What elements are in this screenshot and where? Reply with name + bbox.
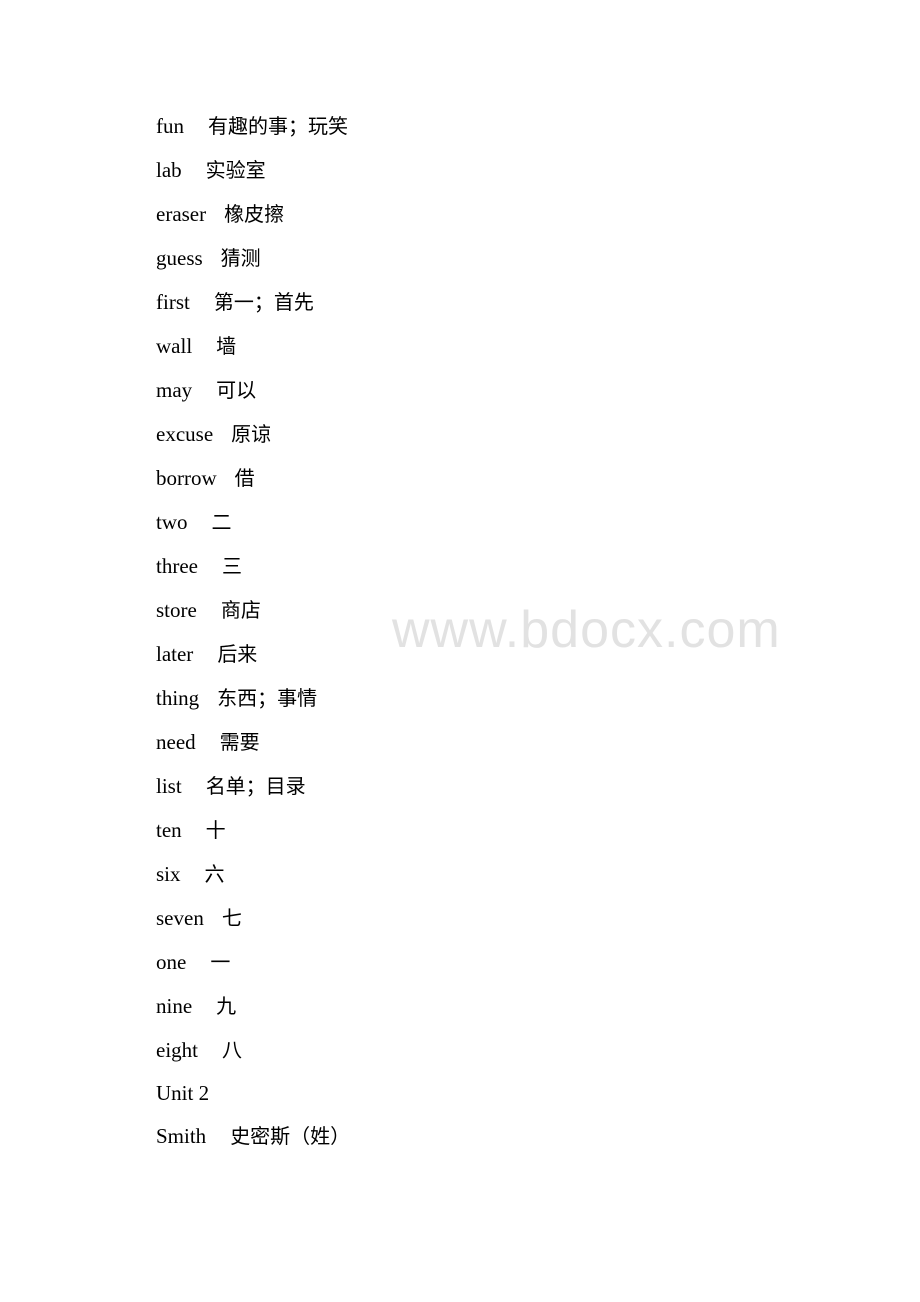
- vocab-entry: excuse 原谅: [156, 412, 350, 456]
- chinese-meaning: 商店: [220, 598, 261, 622]
- chinese-meaning: 需要: [219, 730, 260, 754]
- english-word: eraser: [156, 202, 207, 226]
- english-word: two: [156, 510, 188, 534]
- chinese-meaning: 名单；目录: [205, 774, 306, 798]
- vocab-entry: nine 九: [156, 984, 350, 1028]
- vocab-entry: need 需要: [156, 720, 350, 764]
- english-word: may: [156, 378, 193, 402]
- english-word: later: [156, 642, 194, 666]
- chinese-meaning: 三: [221, 554, 242, 578]
- watermark: www.bdocx.com: [392, 601, 781, 659]
- vocab-entry: two 二: [156, 500, 350, 544]
- vocab-entry: wall 墙: [156, 324, 350, 368]
- vocab-entry: guess 猜测: [156, 236, 350, 280]
- chinese-meaning: 猜测: [220, 246, 261, 270]
- chinese-meaning: 后来: [217, 642, 258, 666]
- vocab-entry: eight 八: [156, 1028, 350, 1072]
- vocab-entry: six 六: [156, 852, 350, 896]
- chinese-meaning: 九: [216, 994, 237, 1018]
- english-word: seven: [156, 906, 204, 930]
- vocab-entry: fun 有趣的事；玩笑: [156, 104, 350, 148]
- english-word: lab: [156, 158, 182, 182]
- vocab-entry: Smith 史密斯（姓）: [156, 1114, 350, 1158]
- vocab-entry: three 三: [156, 544, 350, 588]
- english-word: three: [156, 554, 198, 578]
- chinese-meaning: 橡皮擦: [224, 202, 285, 226]
- english-word: fun: [156, 114, 184, 138]
- english-word: wall: [156, 334, 193, 358]
- english-word: first: [156, 290, 190, 314]
- chinese-meaning: 七: [221, 906, 242, 930]
- english-word: six: [156, 862, 181, 886]
- unit-heading: Unit 2: [156, 1081, 210, 1105]
- english-word: eight: [156, 1038, 198, 1062]
- english-word: need: [156, 730, 196, 754]
- english-word: nine: [156, 994, 193, 1018]
- document-page: fun 有趣的事；玩笑 lab 实验室 eraser 橡皮擦 guess 猜测 first 第一；…: [0, 0, 920, 1302]
- english-word: excuse: [156, 422, 214, 446]
- vocab-entry: seven 七: [156, 896, 350, 940]
- vocab-entry: borrow 借: [156, 456, 350, 500]
- vocab-entry: list 名单；目录: [156, 764, 350, 808]
- english-word: guess: [156, 246, 203, 270]
- vocab-entry: first 第一；首先: [156, 280, 350, 324]
- english-word: thing: [156, 686, 200, 710]
- vocabulary-list: fun 有趣的事；玩笑 lab 实验室 eraser 橡皮擦 guess 猜测 first 第一；…: [156, 104, 350, 1158]
- chinese-meaning: 实验室: [205, 158, 266, 182]
- chinese-meaning: 一: [210, 950, 231, 974]
- chinese-meaning: 第一；首先: [213, 290, 314, 314]
- chinese-meaning: 史密斯（姓）: [230, 1124, 351, 1148]
- english-word: one: [156, 950, 187, 974]
- chinese-meaning: 十: [205, 818, 226, 842]
- chinese-meaning: 二: [211, 510, 232, 534]
- english-word: borrow: [156, 466, 217, 490]
- chinese-meaning: 八: [222, 1038, 242, 1062]
- vocab-entry: may 可以: [156, 368, 350, 412]
- vocab-entry: eraser 橡皮擦: [156, 192, 350, 236]
- chinese-meaning: 借: [234, 466, 255, 490]
- vocab-entry: store 商店: [156, 588, 350, 632]
- english-word: ten: [156, 818, 182, 842]
- chinese-meaning: 六: [204, 862, 225, 886]
- chinese-meaning: 东西；事情: [217, 686, 318, 710]
- vocab-entry: ten 十: [156, 808, 350, 852]
- english-word: Smith: [156, 1124, 207, 1148]
- vocab-entry: later 后来: [156, 632, 350, 676]
- vocab-entry: lab 实验室: [156, 148, 350, 192]
- vocab-entry: thing 东西；事情: [156, 676, 350, 720]
- chinese-meaning: 有趣的事；玩笑: [208, 114, 348, 138]
- english-word: list: [156, 774, 182, 798]
- chinese-meaning: 墙: [216, 334, 237, 358]
- chinese-meaning: 原谅: [231, 422, 272, 446]
- vocab-entry: one 一: [156, 940, 350, 984]
- chinese-meaning: 可以: [216, 378, 257, 402]
- english-word: store: [156, 598, 197, 622]
